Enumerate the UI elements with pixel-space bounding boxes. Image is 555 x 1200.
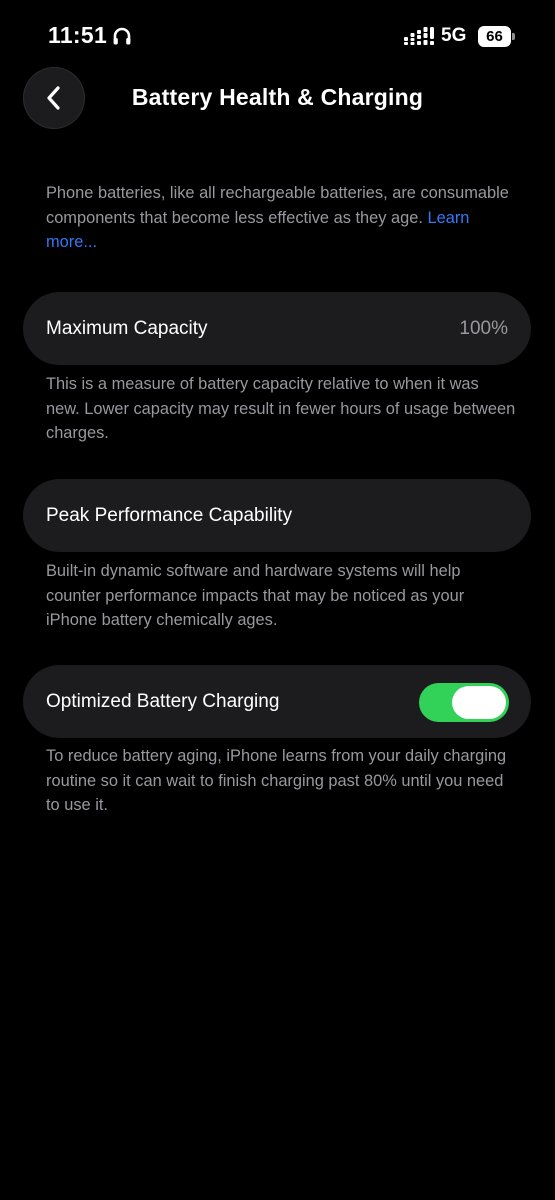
signal-icon bbox=[404, 27, 434, 45]
status-bar: 11:51 5G 66 bbox=[0, 0, 555, 72]
battery-icon: 66 bbox=[478, 26, 516, 47]
max-capacity-row: Maximum Capacity 100% bbox=[23, 292, 531, 365]
battery-tip bbox=[512, 33, 515, 40]
optimized-charging-toggle[interactable] bbox=[419, 683, 509, 722]
intro-description: Phone batteries, like all rechargeable b… bbox=[46, 181, 516, 255]
peak-performance-description: Built-in dynamic software and hardware s… bbox=[46, 562, 465, 630]
battery-level: 66 bbox=[478, 26, 511, 47]
max-capacity-label: Maximum Capacity bbox=[46, 318, 208, 339]
optimized-charging-description: To reduce battery aging, iPhone learns f… bbox=[46, 747, 507, 815]
max-capacity-description: This is a measure of battery capacity re… bbox=[46, 375, 516, 443]
peak-performance-row[interactable]: Peak Performance Capability bbox=[23, 479, 531, 552]
optimized-charging-row: Optimized Battery Charging bbox=[23, 665, 531, 738]
peak-performance-label: Peak Performance Capability bbox=[46, 505, 293, 526]
max-capacity-value: 100% bbox=[459, 318, 508, 339]
page-title: Battery Health & Charging bbox=[131, 84, 424, 110]
optimized-charging-label: Optimized Battery Charging bbox=[46, 691, 280, 712]
network-label: 5G bbox=[441, 25, 467, 46]
toggle-knob bbox=[452, 686, 506, 719]
headphones-icon bbox=[113, 27, 131, 45]
status-time: 11:51 bbox=[48, 22, 108, 48]
